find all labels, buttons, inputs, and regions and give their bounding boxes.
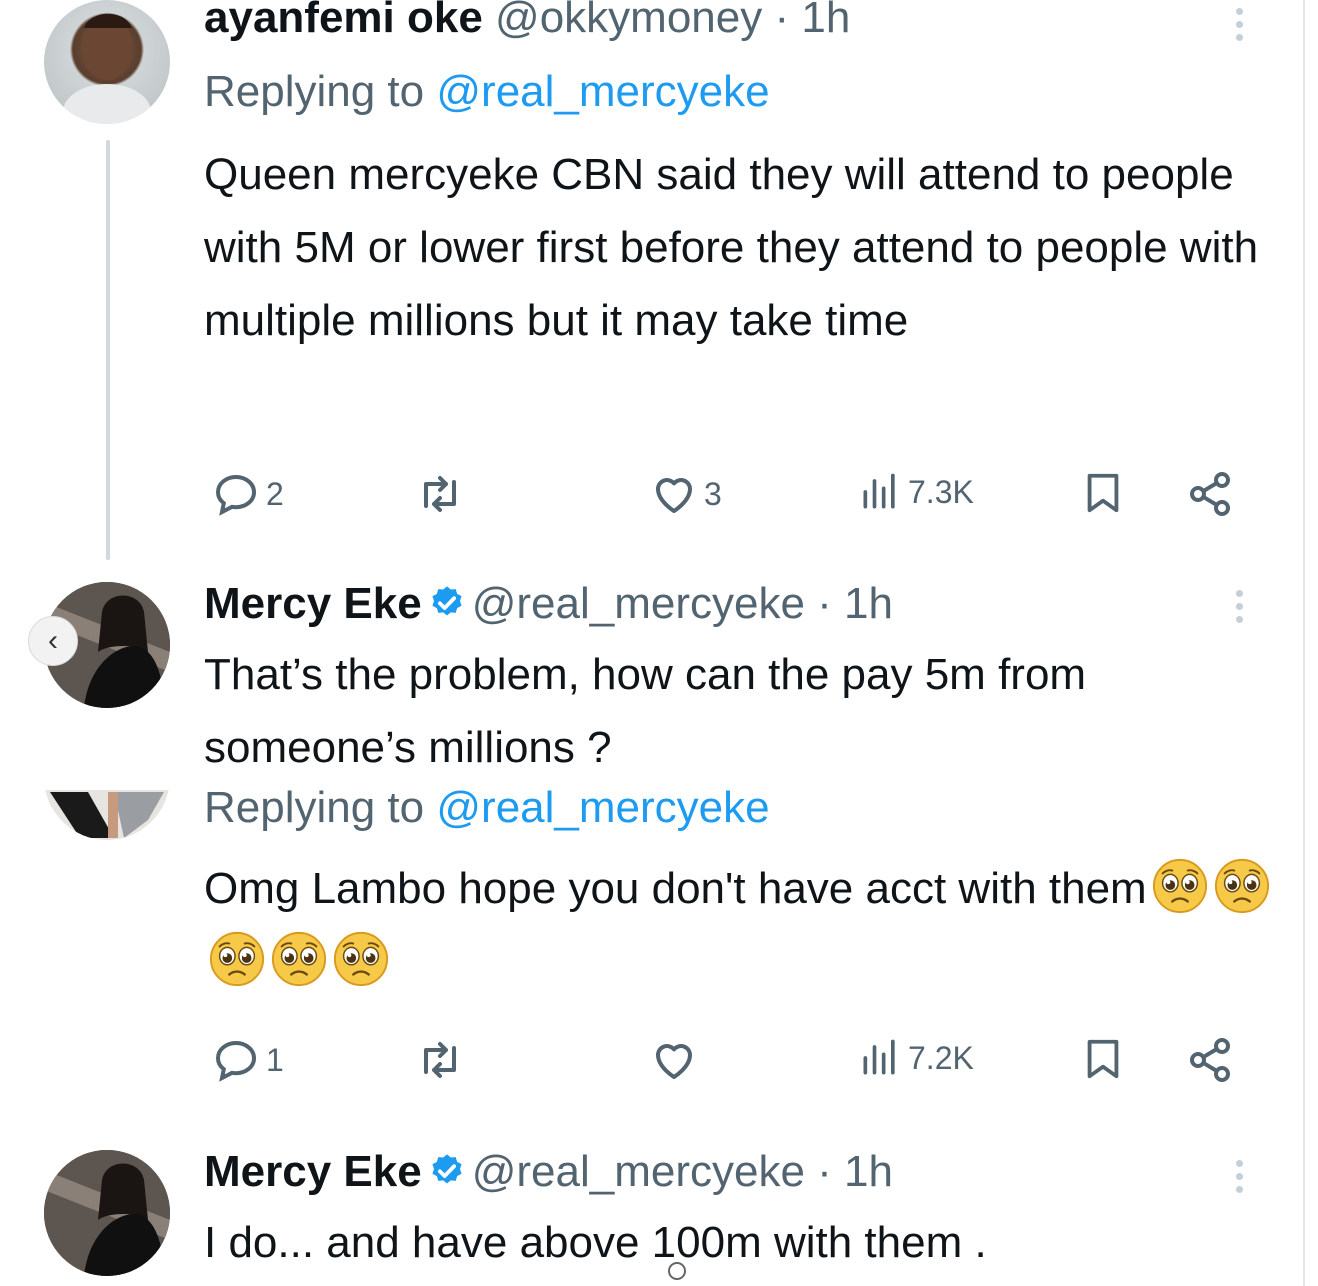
right-edge-divider [1303, 0, 1305, 1286]
bookmark-icon [1080, 470, 1126, 516]
bookmark-button[interactable] [1080, 470, 1126, 516]
more-icon[interactable] [1236, 590, 1244, 629]
replying-handle-link[interactable]: @real_mercyeke [436, 783, 769, 832]
pleading-face-emoji [1151, 857, 1209, 915]
reply-count: 2 [266, 475, 284, 512]
pleading-face-emoji [1213, 857, 1271, 915]
display-name[interactable]: ayanfemi oke [204, 0, 483, 42]
chevron-left-icon[interactable]: ‹ [28, 616, 78, 666]
tweet-header: ayanfemi oke @okkymoney · 1h [204, 0, 850, 44]
handle-and-time[interactable]: @real_mercyeke · 1h [472, 579, 893, 628]
share-icon [1186, 470, 1234, 518]
view-count: 7.3K [908, 473, 974, 510]
display-name[interactable]: Mercy Eke [204, 1147, 422, 1196]
tweet-text-content: Omg Lambo hope you don't have acct with … [204, 864, 1147, 913]
bookmark-button[interactable] [1080, 1036, 1126, 1082]
retweet-icon [416, 470, 464, 518]
bookmark-icon [1080, 1036, 1126, 1082]
more-icon[interactable] [1236, 1160, 1244, 1199]
pleading-face-emoji [270, 930, 328, 988]
reply-count: 1 [266, 1041, 284, 1078]
like-count: 3 [704, 475, 722, 512]
replying-to: Replying to @real_mercyeke [204, 782, 770, 834]
share-button[interactable] [1186, 1036, 1234, 1084]
avatar[interactable] [44, 0, 170, 124]
views-button[interactable]: 7.3K [858, 470, 974, 514]
share-icon [1186, 1036, 1234, 1084]
replying-handle-link[interactable]: @real_mercyeke [436, 67, 769, 116]
like-button[interactable] [650, 1036, 698, 1084]
handle-and-time[interactable]: @okkymoney · 1h [495, 0, 850, 42]
tweet-text: Omg Lambo hope you don't have acct with … [204, 852, 1284, 998]
heart-icon [650, 470, 698, 518]
view-count: 7.2K [908, 1039, 974, 1076]
reply-icon [212, 470, 260, 518]
verified-badge-icon [428, 1152, 466, 1190]
thread-line [106, 140, 110, 560]
avatar[interactable] [44, 740, 170, 840]
more-icon[interactable] [1236, 8, 1244, 47]
tweet-header: Mercy Eke @real_mercyeke · 1h [204, 578, 893, 630]
avatar[interactable] [44, 1150, 170, 1276]
verified-badge-icon [428, 584, 466, 622]
reply-icon [212, 1036, 260, 1084]
carousel-indicator [668, 1262, 686, 1280]
like-button[interactable]: 3 [650, 470, 722, 518]
pleading-face-emoji [208, 930, 266, 988]
replying-prefix: Replying to [204, 67, 425, 116]
replying-prefix: Replying to [204, 783, 425, 832]
reply-button[interactable]: 1 [212, 1036, 284, 1084]
replying-to: Replying to @real_mercyeke [204, 66, 770, 118]
reply-button[interactable]: 2 [212, 470, 284, 518]
retweet-icon [416, 1036, 464, 1084]
handle-and-time[interactable]: @real_mercyeke · 1h [472, 1147, 893, 1196]
retweet-button[interactable] [416, 1036, 464, 1084]
analytics-icon [858, 1036, 902, 1080]
tweet-text: That’s the problem, how can the pay 5m f… [204, 650, 1087, 772]
pleading-face-emoji [332, 930, 390, 988]
tweet-header: Mercy Eke @real_mercyeke · 1h [204, 1146, 893, 1198]
display-name[interactable]: Mercy Eke [204, 579, 422, 628]
heart-icon [650, 1036, 698, 1084]
retweet-button[interactable] [416, 470, 464, 518]
views-button[interactable]: 7.2K [858, 1036, 974, 1080]
tweet-text: I do... and have above 100m with them . [204, 1218, 987, 1267]
share-button[interactable] [1186, 470, 1234, 518]
analytics-icon [858, 470, 902, 514]
tweet-text: Queen mercyeke CBN said they will attend… [204, 150, 1259, 345]
